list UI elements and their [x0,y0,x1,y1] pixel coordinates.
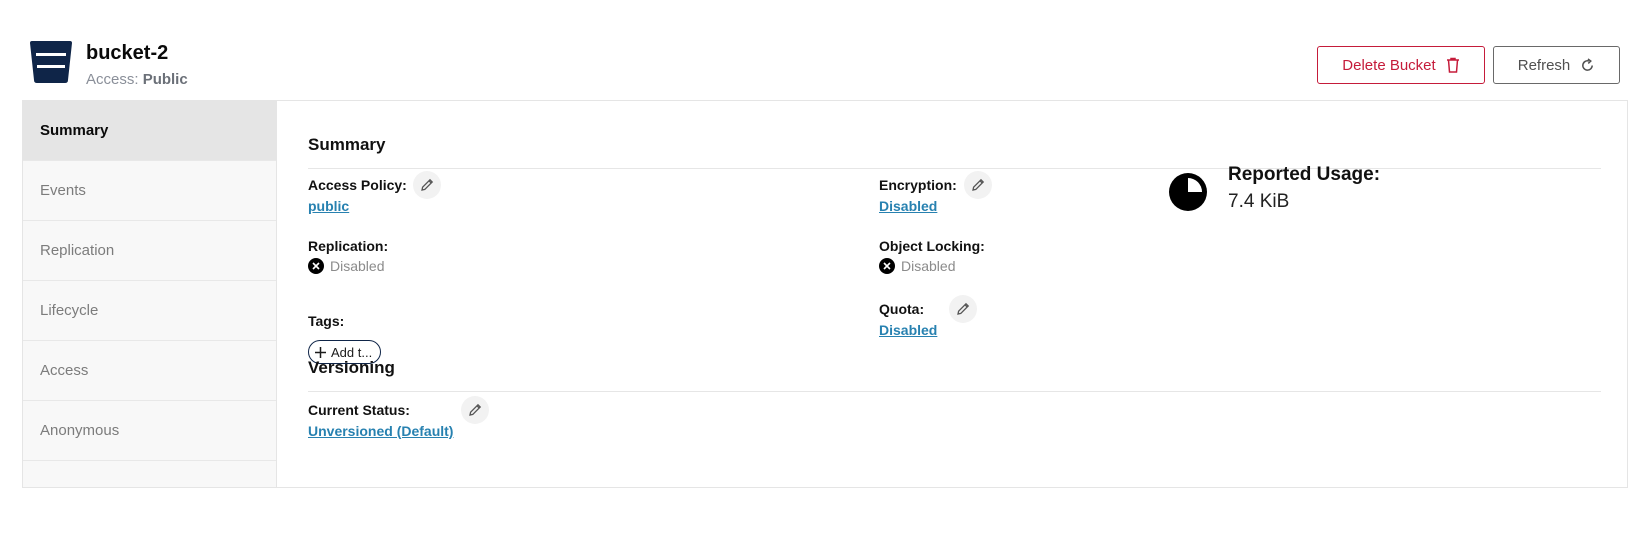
summary-title: Summary [308,135,386,154]
sidebar-item-events[interactable]: Events [23,161,276,221]
object-locking-value: Disabled [901,258,956,274]
replication-status: Disabled [308,258,384,274]
access-value: Public [142,71,188,88]
versioning-divider [308,391,1601,392]
replication-value: Disabled [330,258,385,274]
encryption-value[interactable]: Disabled [879,198,937,214]
tags-label: Tags: [308,313,345,329]
reported-usage-value: 7.4 KiB [1228,191,1290,212]
sidebar-item-label: Replication [40,242,115,259]
bucket-title: bucket-2 [86,42,169,64]
refresh-label: Refresh [1517,56,1571,74]
sidebar-item-summary[interactable]: Summary [23,101,276,161]
encryption-label: Encryption: [879,177,957,193]
x-circle-icon [308,258,324,274]
sidebar-item-access[interactable]: Access [23,341,276,401]
x-circle-icon [879,258,895,274]
sidebar-item-label: Summary [40,122,109,139]
bucket-details-panel: Summary Events Replication Lifecycle Acc… [22,100,1628,488]
pie-chart-icon [1169,173,1207,211]
summary-divider [308,168,1601,169]
bucket-access: Access: Public [86,71,188,88]
sidebar-item-label: Access [40,362,89,379]
sidebar-item-label: Events [40,182,86,199]
delete-bucket-label: Delete Bucket [1342,56,1436,74]
sidebar-item-label: Lifecycle [40,302,99,319]
current-status-value[interactable]: Unversioned (Default) [308,423,453,439]
sidebar-item-anonymous[interactable]: Anonymous [23,401,276,461]
plus-icon [315,346,326,358]
sidebar-item-replication[interactable]: Replication [23,221,276,281]
access-policy-label: Access Policy: [308,177,407,193]
reported-usage-label: Reported Usage: [1228,164,1381,185]
bucket-icon [30,41,72,83]
refresh-icon [1582,57,1594,71]
sidebar-item-label: Anonymous [40,422,120,439]
access-policy-value[interactable]: public [308,198,349,214]
quota-value[interactable]: Disabled [879,322,937,338]
sidebar: Summary Events Replication Lifecycle Acc… [23,101,277,487]
edit-versioning-button[interactable] [461,396,489,424]
edit-access-policy-button[interactable] [413,171,441,199]
pencil-icon [972,178,985,191]
refresh-button[interactable]: Refresh [1493,46,1620,84]
pencil-icon [469,403,482,416]
pencil-icon [421,178,434,191]
quota-label: Quota: [879,301,925,317]
current-status-label: Current Status: [308,402,410,418]
edit-quota-button[interactable] [949,295,977,323]
object-locking-status: Disabled [879,258,955,274]
delete-bucket-button[interactable]: Delete Bucket [1317,46,1485,84]
replication-label: Replication: [308,238,389,254]
pencil-icon [957,302,970,315]
object-locking-label: Object Locking: [879,238,985,254]
summary-content: Summary Access Policy: public Replicatio… [276,101,1627,487]
edit-encryption-button[interactable] [964,171,992,199]
sidebar-item-lifecycle[interactable]: Lifecycle [23,281,276,341]
trash-icon [1446,57,1459,73]
access-prefix: Access: [86,71,139,88]
versioning-title: Versioning [308,358,395,377]
